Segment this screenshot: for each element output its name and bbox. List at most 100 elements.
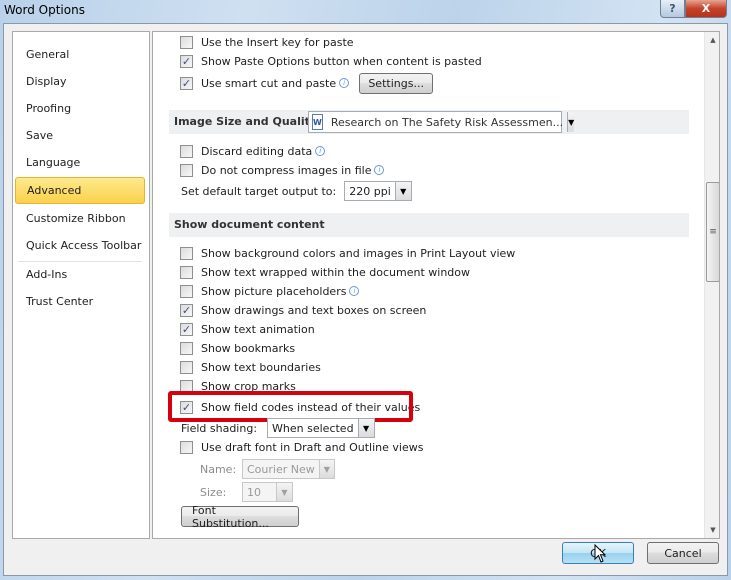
doc-option-label: Show drawings and text boxes on screen (201, 303, 427, 317)
no-compress-option[interactable]: Do not compress images in file i (180, 161, 385, 179)
ok-button[interactable]: OK (562, 542, 634, 564)
doc-option-checkbox[interactable] (180, 360, 193, 374)
sidebar-item-display[interactable]: Display (26, 75, 67, 88)
font-name-row: Name: Courier New ▼ (200, 459, 335, 479)
discard-editing-option[interactable]: Discard editing data i (180, 142, 326, 160)
scrollbar-thumb[interactable]: ≡ (706, 182, 719, 282)
sidebar-item-proofing[interactable]: Proofing (26, 102, 71, 115)
doc-option-label: Show text wrapped within the document wi… (201, 265, 470, 279)
document-select[interactable]: W Research on The Safety Risk Assessmen.… (308, 111, 575, 133)
doc-option-checkbox[interactable] (180, 341, 193, 355)
show-document-content-header: Show document content (169, 213, 689, 237)
chevron-down-icon[interactable]: ▼ (567, 112, 575, 132)
doc-option[interactable]: Show bookmarks (180, 339, 295, 357)
doc-option[interactable]: Show crop marks (180, 377, 296, 395)
close-button[interactable]: X (685, 0, 727, 18)
target-output-value: 220 ppi (349, 184, 391, 198)
scroll-up-arrow-icon[interactable]: ▲ (705, 32, 719, 48)
font-size-row: Size: 10 ▼ (200, 482, 293, 502)
help-button[interactable]: ? (660, 0, 685, 18)
doc-option-label: Show text boundaries (201, 360, 321, 374)
options-content: Use the Insert key for paste Show Paste … (152, 31, 720, 539)
close-icon: X (701, 2, 711, 15)
chevron-down-icon: ▼ (276, 483, 292, 501)
sidebar-item-general[interactable]: General (26, 48, 69, 61)
doc-option-checkbox[interactable] (180, 322, 193, 336)
doc-option-checkbox[interactable] (180, 379, 193, 393)
draft-font-option[interactable]: Use draft font in Draft and Outline view… (180, 438, 423, 456)
field-codes-label: Show field codes instead of their values (201, 400, 421, 414)
sidebar-item-trust-center[interactable]: Trust Center (26, 295, 93, 308)
sidebar-item-advanced[interactable]: Advanced (15, 177, 145, 204)
sidebar-item-customize-ribbon[interactable]: Customize Ribbon (26, 212, 126, 225)
smart-cut-label: Use smart cut and paste (201, 76, 337, 90)
field-codes-checkbox[interactable] (180, 400, 193, 414)
font-substitution-button[interactable]: Font Substitution... (181, 504, 299, 530)
image-size-quality-heading: Image Size and Quality (174, 115, 318, 128)
sidebar: General Display Proofing Save Language A… (12, 31, 150, 539)
show-paste-options-checkbox[interactable] (180, 54, 193, 68)
sidebar-item-language[interactable]: Language (26, 156, 80, 169)
font-name-value: Courier New (247, 462, 315, 476)
sidebar-item-add-ins[interactable]: Add-Ins (26, 268, 67, 281)
doc-option-checkbox[interactable] (180, 284, 193, 298)
image-size-quality-header: Image Size and Quality W Research on The… (169, 110, 689, 134)
word-document-icon: W (312, 114, 323, 130)
dialog-client: General Display Proofing Save Language A… (3, 23, 728, 576)
doc-option-checkbox[interactable] (180, 265, 193, 279)
no-compress-label: Do not compress images in file (201, 163, 372, 177)
discard-editing-label: Discard editing data (201, 144, 313, 158)
cancel-button[interactable]: Cancel (647, 542, 719, 564)
sidebar-item-save[interactable]: Save (26, 129, 53, 142)
smart-cut-option[interactable]: Use smart cut and paste i Settings... (180, 72, 434, 94)
field-shading-value: When selected (272, 421, 354, 435)
insert-key-option[interactable]: Use the Insert key for paste (180, 33, 354, 51)
window-title: Word Options (4, 3, 85, 17)
vertical-scrollbar[interactable]: ▲ ≡ ▼ (704, 32, 719, 538)
doc-option-checkbox[interactable] (180, 303, 193, 317)
doc-option-checkbox[interactable] (180, 246, 193, 260)
show-paste-options-option[interactable]: Show Paste Options button when content i… (180, 52, 482, 70)
info-icon: i (339, 78, 350, 88)
scroll-down-arrow-icon[interactable]: ▼ (705, 522, 719, 538)
sidebar-separator (18, 261, 142, 262)
show-paste-options-label: Show Paste Options button when content i… (201, 54, 482, 68)
chevron-down-icon[interactable]: ▼ (357, 419, 374, 437)
doc-option-label: Show bookmarks (201, 341, 296, 355)
grip-icon: ≡ (709, 227, 717, 237)
help-icon: ? (669, 2, 676, 15)
field-shading-select[interactable]: When selected ▼ (267, 418, 375, 438)
settings-button[interactable]: Settings... (359, 72, 434, 94)
title-bar: Word Options ? X (0, 0, 731, 24)
draft-font-checkbox[interactable] (180, 440, 193, 454)
chevron-down-icon[interactable]: ▼ (394, 182, 411, 200)
field-codes-option[interactable]: Show field codes instead of their values (180, 398, 420, 416)
doc-option[interactable]: Show background colors and images in Pri… (180, 244, 515, 262)
sidebar-item-quick-access-toolbar[interactable]: Quick Access Toolbar (26, 239, 141, 252)
field-shading-label: Field shading: (181, 421, 258, 435)
no-compress-checkbox[interactable] (180, 163, 193, 177)
font-name-select[interactable]: Courier New ▼ (242, 459, 335, 479)
doc-option[interactable]: Show text wrapped within the document wi… (180, 263, 470, 281)
font-size-value: 10 (247, 485, 261, 499)
discard-editing-checkbox[interactable] (180, 144, 193, 158)
smart-cut-checkbox[interactable] (180, 76, 193, 90)
target-output-row: Set default target output to: 220 ppi ▼ (181, 181, 412, 201)
target-output-select[interactable]: 220 ppi ▼ (344, 181, 412, 201)
info-icon: i (349, 286, 360, 296)
font-name-label: Name: (200, 462, 237, 476)
target-output-label: Set default target output to: (181, 184, 337, 198)
doc-option[interactable]: Show picture placeholders i (180, 282, 360, 300)
doc-option-label: Show text animation (201, 322, 315, 336)
draft-font-label: Use draft font in Draft and Outline view… (201, 440, 424, 454)
insert-key-checkbox[interactable] (180, 35, 193, 49)
font-size-select[interactable]: 10 ▼ (242, 482, 293, 502)
font-size-label: Size: (200, 485, 227, 499)
show-document-content-heading: Show document content (174, 218, 325, 231)
field-shading-row: Field shading: When selected ▼ (181, 418, 375, 438)
doc-option[interactable]: Show text animation (180, 320, 315, 338)
doc-option[interactable]: Show drawings and text boxes on screen (180, 301, 426, 319)
doc-option[interactable]: Show text boundaries (180, 358, 321, 376)
doc-option-label: Show picture placeholders (201, 284, 347, 298)
doc-option-label: Show crop marks (201, 379, 296, 393)
